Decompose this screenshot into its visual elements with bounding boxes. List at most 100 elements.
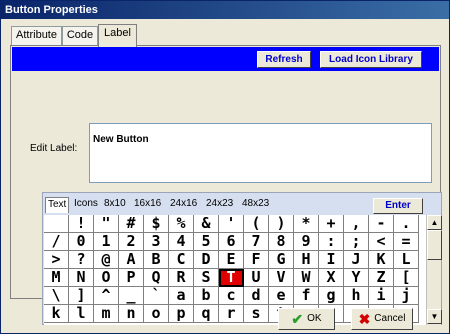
char-cell[interactable]: Z — [369, 269, 394, 287]
character-grid-scrollbar[interactable]: ▲ ▼ — [426, 215, 442, 325]
char-cell[interactable]: ; — [344, 233, 369, 251]
char-cell[interactable]: A — [119, 251, 144, 269]
char-cell[interactable]: i — [369, 287, 394, 305]
char-cell[interactable]: / — [44, 233, 69, 251]
load-icon-library-button[interactable]: Load Icon Library — [320, 51, 422, 68]
char-cell[interactable]: ' — [219, 215, 244, 233]
char-cell[interactable]: W — [294, 269, 319, 287]
char-cell[interactable]: h — [344, 287, 369, 305]
cancel-button[interactable]: ✖ Cancel — [351, 308, 413, 330]
char-cell[interactable]: m — [94, 305, 119, 323]
char-cell[interactable]: 6 — [219, 233, 244, 251]
char-cell[interactable]: : — [319, 233, 344, 251]
tab-code[interactable]: Code — [62, 26, 98, 45]
char-cell[interactable]: ? — [69, 251, 94, 269]
char-cell[interactable]: c — [219, 287, 244, 305]
char-cell[interactable]: r — [219, 305, 244, 323]
char-cell[interactable]: ] — [69, 287, 94, 305]
char-cell[interactable]: I — [319, 251, 344, 269]
tab-attribute[interactable]: Attribute — [11, 26, 62, 45]
char-cell[interactable]: q — [194, 305, 219, 323]
char-cell[interactable]: U — [244, 269, 269, 287]
char-cell[interactable]: \ — [44, 287, 69, 305]
char-cell[interactable]: ( — [244, 215, 269, 233]
char-cell[interactable]: 7 — [244, 233, 269, 251]
char-cell[interactable]: k — [44, 305, 69, 323]
cp-tab-48x23[interactable]: 48x23 — [240, 197, 271, 213]
char-cell[interactable]: J — [344, 251, 369, 269]
char-cell[interactable]: V — [269, 269, 294, 287]
char-cell[interactable]: F — [244, 251, 269, 269]
char-cell[interactable]: $ — [144, 215, 169, 233]
char-cell[interactable]: 1 — [94, 233, 119, 251]
char-cell[interactable]: & — [194, 215, 219, 233]
char-cell[interactable]: L — [394, 251, 419, 269]
enter-button[interactable]: Enter — [373, 198, 423, 214]
char-cell[interactable]: H — [294, 251, 319, 269]
char-cell[interactable]: N — [69, 269, 94, 287]
cp-tab-24x23[interactable]: 24x23 — [204, 197, 235, 213]
char-cell[interactable]: g — [319, 287, 344, 305]
char-cell[interactable]: b — [194, 287, 219, 305]
char-cell[interactable]: " — [94, 215, 119, 233]
char-cell[interactable]: . — [394, 215, 419, 233]
char-cell[interactable]: D — [194, 251, 219, 269]
char-cell[interactable] — [44, 215, 69, 233]
char-cell[interactable]: _ — [119, 287, 144, 305]
char-cell[interactable]: d — [244, 287, 269, 305]
char-cell[interactable]: C — [169, 251, 194, 269]
scroll-up-icon[interactable]: ▲ — [427, 215, 442, 230]
char-cell[interactable]: % — [169, 215, 194, 233]
char-cell[interactable]: 0 — [69, 233, 94, 251]
char-cell[interactable]: P — [119, 269, 144, 287]
char-cell[interactable]: ! — [69, 215, 94, 233]
char-cell[interactable]: 9 — [294, 233, 319, 251]
char-cell[interactable]: [ — [394, 269, 419, 287]
cp-tab-text[interactable]: Text — [45, 197, 70, 213]
scroll-down-icon[interactable]: ▼ — [427, 309, 442, 324]
char-cell[interactable]: S — [194, 269, 219, 287]
char-cell[interactable]: e — [269, 287, 294, 305]
ok-button[interactable]: ✔ OK — [278, 308, 335, 330]
refresh-button[interactable]: Refresh — [257, 51, 311, 68]
char-cell[interactable]: a — [169, 287, 194, 305]
char-cell[interactable]: 8 — [269, 233, 294, 251]
char-cell[interactable]: ` — [144, 287, 169, 305]
char-cell[interactable]: ) — [269, 215, 294, 233]
char-cell[interactable]: # — [119, 215, 144, 233]
char-cell[interactable]: , — [344, 215, 369, 233]
char-cell[interactable]: 4 — [169, 233, 194, 251]
char-cell[interactable]: s — [244, 305, 269, 323]
char-cell[interactable]: > — [44, 251, 69, 269]
char-cell[interactable]: - — [369, 215, 394, 233]
char-cell[interactable]: K — [369, 251, 394, 269]
char-cell[interactable]: @ — [94, 251, 119, 269]
char-cell[interactable]: o — [144, 305, 169, 323]
char-cell[interactable]: 2 — [119, 233, 144, 251]
char-cell[interactable]: = — [394, 233, 419, 251]
char-cell[interactable]: f — [294, 287, 319, 305]
char-cell[interactable]: E — [219, 251, 244, 269]
cp-tab-8x10[interactable]: 8x10 — [102, 197, 128, 213]
char-cell[interactable]: Q — [144, 269, 169, 287]
char-cell[interactable]: Y — [344, 269, 369, 287]
char-cell[interactable]: B — [144, 251, 169, 269]
char-cell[interactable]: p — [169, 305, 194, 323]
cp-tab-24x16[interactable]: 24x16 — [168, 197, 199, 213]
char-cell[interactable]: R — [169, 269, 194, 287]
tab-label[interactable]: Label — [98, 24, 137, 47]
char-cell[interactable]: < — [369, 233, 394, 251]
char-cell[interactable]: T — [219, 269, 244, 287]
char-cell[interactable]: 5 — [194, 233, 219, 251]
char-cell[interactable]: O — [94, 269, 119, 287]
char-cell[interactable]: j — [394, 287, 419, 305]
char-cell[interactable]: M — [44, 269, 69, 287]
cp-tab-icons[interactable]: Icons — [72, 197, 100, 213]
char-cell[interactable]: l — [69, 305, 94, 323]
edit-label-input[interactable]: New Button — [89, 123, 432, 183]
char-cell[interactable]: * — [294, 215, 319, 233]
char-cell[interactable]: n — [119, 305, 144, 323]
char-cell[interactable]: ^ — [94, 287, 119, 305]
cp-tab-16x16[interactable]: 16x16 — [132, 197, 163, 213]
char-cell[interactable]: X — [319, 269, 344, 287]
